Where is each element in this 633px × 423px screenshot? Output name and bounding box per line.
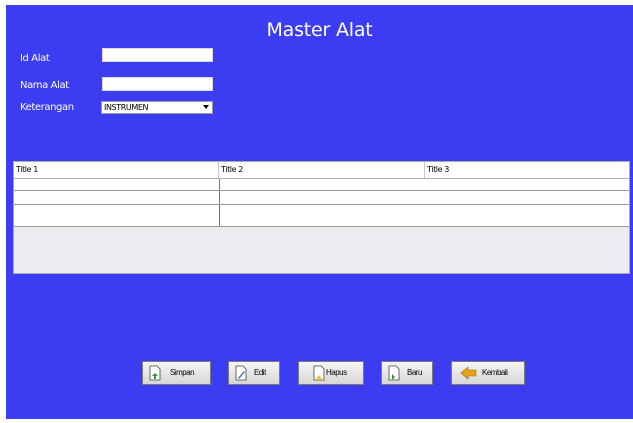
id-alat-input[interactable] bbox=[102, 48, 213, 62]
edit-label: Edit bbox=[254, 368, 266, 377]
data-table[interactable]: Title 1 Title 2 Title 3 bbox=[13, 161, 630, 274]
baru-label: Baru bbox=[407, 368, 422, 377]
nama-alat-input[interactable] bbox=[102, 77, 213, 91]
document-delete-icon bbox=[313, 365, 325, 381]
baru-button[interactable]: Baru bbox=[381, 361, 433, 385]
window-frame: Master Alat Id Alat Nama Alat Keterangan… bbox=[0, 0, 633, 423]
document-edit-icon bbox=[235, 365, 247, 381]
table-row[interactable] bbox=[14, 191, 629, 205]
simpan-label: Simpan bbox=[170, 368, 195, 377]
keterangan-select-value: INSTRUMEN bbox=[104, 103, 149, 112]
kembali-label: Kembali bbox=[482, 368, 508, 377]
page-title: Master Alat bbox=[266, 19, 373, 41]
table-cell-divider bbox=[219, 191, 220, 204]
edit-button[interactable]: Edit bbox=[228, 361, 280, 385]
table-cell-divider bbox=[219, 179, 220, 190]
table-row[interactable] bbox=[14, 179, 629, 191]
master-alat-panel: Master Alat Id Alat Nama Alat Keterangan… bbox=[6, 5, 633, 419]
id-alat-label: Id Alat bbox=[20, 53, 50, 64]
chevron-down-icon[interactable] bbox=[203, 105, 209, 109]
back-arrow-icon bbox=[460, 365, 477, 381]
kembali-button[interactable]: Kembali bbox=[451, 361, 525, 385]
column-header-3[interactable]: Title 3 bbox=[425, 162, 629, 178]
document-save-icon bbox=[149, 365, 161, 381]
table-row[interactable] bbox=[14, 205, 629, 227]
table-cell-divider bbox=[219, 205, 220, 226]
document-new-icon bbox=[388, 365, 400, 381]
table-header: Title 1 Title 2 Title 3 bbox=[14, 162, 629, 179]
keterangan-label: Keterangan bbox=[20, 102, 74, 113]
column-header-1[interactable]: Title 1 bbox=[14, 162, 219, 178]
hapus-button[interactable]: Hapus bbox=[298, 361, 364, 385]
keterangan-select[interactable]: INSTRUMEN bbox=[101, 101, 213, 114]
column-header-2[interactable]: Title 2 bbox=[219, 162, 425, 178]
hapus-label: Hapus bbox=[326, 368, 347, 377]
simpan-button[interactable]: Simpan bbox=[142, 361, 211, 385]
nama-alat-label: Nama Alat bbox=[20, 80, 69, 91]
